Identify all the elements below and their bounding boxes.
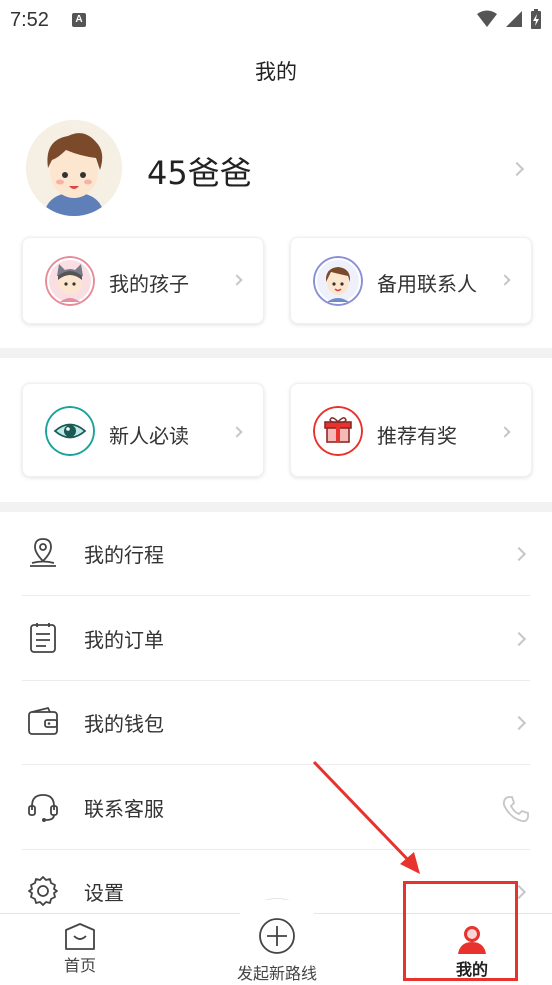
battery-icon [531, 9, 541, 29]
status-icons [476, 8, 542, 30]
divider [22, 595, 530, 596]
profile-row[interactable]: 45爸爸 [0, 112, 552, 224]
chevron-right-icon [499, 426, 511, 438]
gift-icon [313, 406, 363, 456]
tab-label: 首页 [63, 956, 96, 975]
eye-icon [45, 406, 95, 456]
chevron-right-icon [511, 631, 527, 647]
tab-label: 发起新路线 [236, 964, 317, 983]
contact-avatar-icon [313, 256, 363, 306]
wallet-icon [28, 706, 58, 735]
card-label: 新人必读 [109, 424, 189, 448]
child-avatar-icon [45, 256, 95, 306]
highlight-box [403, 881, 518, 981]
menu-item-label: 我的行程 [84, 543, 164, 567]
chevron-right-icon [511, 546, 527, 562]
section-divider [0, 348, 552, 358]
avatar[interactable] [26, 120, 122, 216]
chevron-right-icon [231, 274, 243, 286]
plus-circle-icon [259, 918, 295, 954]
menu-item-label: 联系客服 [84, 797, 164, 821]
wifi-icon [477, 10, 497, 27]
card-label: 推荐有奖 [377, 424, 457, 448]
menu-item-customer-service[interactable]: 联系客服 [0, 766, 552, 850]
menu-item-label: 我的钱包 [84, 712, 164, 736]
chevron-right-icon [231, 426, 243, 438]
card-label: 我的孩子 [109, 272, 189, 296]
card-newcomer-guide[interactable]: 新人必读 [22, 383, 264, 477]
chevron-right-icon [499, 274, 511, 286]
menu-item-label: 设置 [84, 881, 124, 905]
notification-icon: A [72, 13, 86, 27]
card-my-children[interactable]: 我的孩子 [22, 237, 264, 324]
home-bag-icon [65, 923, 95, 950]
location-pin-icon [30, 538, 56, 567]
page-title: 我的 [255, 60, 297, 84]
menu-item-my-orders[interactable]: 我的订单 [0, 597, 552, 681]
headset-icon [28, 794, 58, 822]
order-list-icon [30, 623, 56, 653]
section-divider [0, 502, 552, 512]
dad-avatar-icon [26, 120, 122, 216]
chevron-right-icon [511, 715, 527, 731]
gear-icon [28, 876, 58, 906]
status-time: 7:52 [10, 9, 49, 31]
card-label: 备用联系人 [377, 272, 477, 296]
status-bar: 7:52 A [0, 0, 552, 40]
arrow-annotation-icon [312, 760, 420, 874]
tab-home[interactable]: 首页 [40, 922, 120, 976]
menu-item-my-trips[interactable]: 我的行程 [0, 512, 552, 596]
chevron-right-icon [509, 161, 525, 177]
signal-icon [506, 11, 522, 27]
profile-name: 45爸爸 [147, 154, 252, 192]
tab-new-route[interactable]: 发起新路线 [222, 916, 332, 984]
phone-icon[interactable] [500, 794, 530, 824]
divider [22, 764, 530, 765]
menu-item-my-wallet[interactable]: 我的钱包 [0, 681, 552, 765]
menu-item-label: 我的订单 [84, 628, 164, 652]
card-backup-contact[interactable]: 备用联系人 [290, 237, 532, 324]
card-referral-reward[interactable]: 推荐有奖 [290, 383, 532, 477]
